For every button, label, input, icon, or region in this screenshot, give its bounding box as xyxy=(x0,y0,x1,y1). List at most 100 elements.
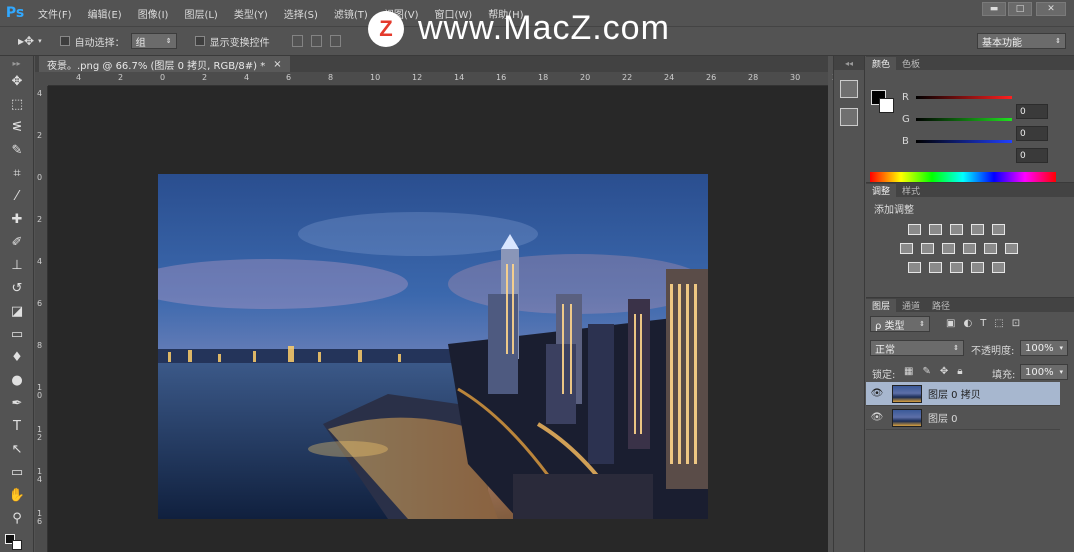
blend-mode-dropdown[interactable]: 正常 ⇕ xyxy=(870,340,964,356)
history-brush-icon[interactable]: ↺ xyxy=(0,277,34,300)
tab-adjustments[interactable]: 调整 xyxy=(866,184,897,197)
align-bottom-icon[interactable] xyxy=(329,35,341,47)
color-balance-icon[interactable] xyxy=(921,243,934,254)
adjust-row-2 xyxy=(896,239,1066,258)
tab-paths[interactable]: 路径 xyxy=(926,299,956,312)
shape-filter-icon[interactable]: ⬚ xyxy=(994,318,1003,329)
green-slider[interactable] xyxy=(916,117,1012,121)
show-transform-checkbox[interactable]: 显示变换控件 xyxy=(194,34,270,49)
layer-name[interactable]: 图层 0 拷贝 xyxy=(928,386,981,401)
layer-row[interactable]: 👁︎ 图层 0 xyxy=(866,406,1060,430)
dodge-icon[interactable]: ● xyxy=(0,369,34,392)
color-lookup-icon[interactable] xyxy=(1005,243,1018,254)
minimize-button[interactable]: ▬ xyxy=(982,2,1006,16)
lock-position-icon[interactable]: ✥ xyxy=(940,366,948,377)
checkbox-box[interactable] xyxy=(59,36,70,46)
tools-grip[interactable]: ▸▸ xyxy=(0,56,33,70)
background-swatch[interactable] xyxy=(12,540,22,550)
align-vcenter-icon[interactable] xyxy=(310,35,322,47)
layer-filter-dropdown[interactable]: ρ 类型 ⇕ xyxy=(870,316,930,332)
hue-saturation-icon[interactable] xyxy=(900,243,913,254)
posterize-icon[interactable] xyxy=(929,262,942,273)
menu-edit[interactable]: 编辑(E) xyxy=(80,6,130,21)
menu-type[interactable]: 类型(Y) xyxy=(226,6,276,21)
restore-button[interactable]: □ xyxy=(1008,2,1032,16)
menu-image[interactable]: 图像(I) xyxy=(130,6,177,21)
eyedropper-icon[interactable]: ⁄ xyxy=(0,185,34,208)
hand-tool-icon[interactable]: ✋ xyxy=(0,484,34,507)
menu-file[interactable]: 文件(F) xyxy=(30,6,80,21)
lasso-tool-icon[interactable]: ᓬ xyxy=(0,116,34,139)
close-window-button[interactable]: ✕ xyxy=(1036,2,1066,16)
align-top-icon[interactable] xyxy=(291,35,303,47)
brightness-icon[interactable] xyxy=(908,224,921,235)
crop-tool-icon[interactable]: ⌗ xyxy=(0,162,34,185)
menu-layer[interactable]: 图层(L) xyxy=(176,6,225,21)
tab-color[interactable]: 颜色 xyxy=(866,57,897,70)
fill-field[interactable]: 100% ▾ xyxy=(1020,364,1068,380)
photo-filter-icon[interactable] xyxy=(963,243,976,254)
history-panel-icon[interactable] xyxy=(840,80,858,98)
quick-select-icon[interactable]: ✎ xyxy=(0,139,34,162)
background-color[interactable] xyxy=(879,98,894,113)
move-tool-icon[interactable]: ✥ xyxy=(0,70,34,93)
lock-paint-icon[interactable]: ✎ xyxy=(922,366,930,377)
invert-icon[interactable] xyxy=(908,262,921,273)
curves-icon[interactable] xyxy=(950,224,963,235)
threshold-icon[interactable] xyxy=(950,262,963,273)
zoom-tool-icon[interactable]: ⚲ xyxy=(0,507,34,530)
close-icon[interactable]: × xyxy=(273,59,281,70)
eye-icon[interactable]: 👁︎ xyxy=(866,412,888,423)
red-slider[interactable] xyxy=(916,95,1012,99)
channel-mixer-icon[interactable] xyxy=(984,243,997,254)
blue-slider[interactable] xyxy=(916,139,1012,143)
eraser-icon[interactable]: ◪ xyxy=(0,300,34,323)
blur-icon[interactable]: ♦ xyxy=(0,346,34,369)
tab-styles[interactable]: 样式 xyxy=(896,184,926,197)
lock-all-icon[interactable]: 🔒︎ xyxy=(957,366,962,377)
type-tool-icon[interactable]: T xyxy=(0,415,34,438)
layer-row-selected[interactable]: 👁︎ 图层 0 拷贝 xyxy=(866,382,1060,406)
tab-layers[interactable]: 图层 xyxy=(866,299,897,312)
tab-swatches[interactable]: 色板 xyxy=(896,57,926,70)
rectangle-tool-icon[interactable]: ▭ xyxy=(0,461,34,484)
chevron-updown-icon: ⇕ xyxy=(953,344,959,352)
gradient-icon[interactable]: ▭ xyxy=(0,323,34,346)
layer-name[interactable]: 图层 0 xyxy=(928,410,958,425)
properties-panel-icon[interactable] xyxy=(840,108,858,126)
menu-select[interactable]: 选择(S) xyxy=(276,6,326,21)
workspace-dropdown[interactable]: 基本功能 ⇕ xyxy=(977,33,1066,49)
eye-icon[interactable]: 👁︎ xyxy=(866,388,888,399)
ruler-label: 6 xyxy=(37,299,43,308)
exposure-icon[interactable] xyxy=(971,224,984,235)
vibrance-icon[interactable] xyxy=(992,224,1005,235)
tab-channels[interactable]: 通道 xyxy=(896,299,926,312)
smart-filter-icon[interactable]: ⊡ xyxy=(1012,318,1020,329)
ruler-label: 2 xyxy=(37,215,43,224)
marquee-tool-icon[interactable]: ⬚ xyxy=(0,93,34,116)
checkbox-box[interactable] xyxy=(194,36,205,46)
document-tab[interactable]: 夜景。.png @ 66.7% (图层 0 拷贝, RGB/8#) * × xyxy=(39,56,290,72)
move-tool-preset[interactable]: ▸✥ ▾ xyxy=(18,34,42,48)
lock-pixels-icon[interactable]: ▦ xyxy=(904,366,913,377)
healing-brush-icon[interactable]: ✚ xyxy=(0,208,34,231)
selective-color-icon[interactable] xyxy=(971,262,984,273)
blue-channel-row: B xyxy=(902,132,1074,150)
gradient-map-icon[interactable] xyxy=(992,262,1005,273)
image-filter-icon[interactable]: ▣ xyxy=(946,318,955,329)
type-filter-icon[interactable]: T xyxy=(980,318,986,329)
opacity-field[interactable]: 100% ▾ xyxy=(1020,340,1068,356)
path-select-icon[interactable]: ↖ xyxy=(0,438,34,461)
black-white-icon[interactable] xyxy=(942,243,955,254)
pen-tool-icon[interactable]: ✒ xyxy=(0,392,34,415)
adjust-filter-icon[interactable]: ◐ xyxy=(963,318,972,329)
blue-value[interactable]: 0 xyxy=(1016,148,1048,163)
brush-tool-icon[interactable]: ✐ xyxy=(0,231,34,254)
auto-select-checkbox[interactable]: 自动选择： xyxy=(59,34,125,49)
color-spectrum-bar[interactable] xyxy=(870,172,1056,182)
levels-icon[interactable] xyxy=(929,224,942,235)
canvas-image[interactable] xyxy=(128,174,708,521)
auto-select-dropdown[interactable]: 组 ⇕ xyxy=(130,33,177,49)
dock-grip[interactable]: ◂◂ xyxy=(834,56,864,70)
clone-stamp-icon[interactable]: ⊥ xyxy=(0,254,34,277)
